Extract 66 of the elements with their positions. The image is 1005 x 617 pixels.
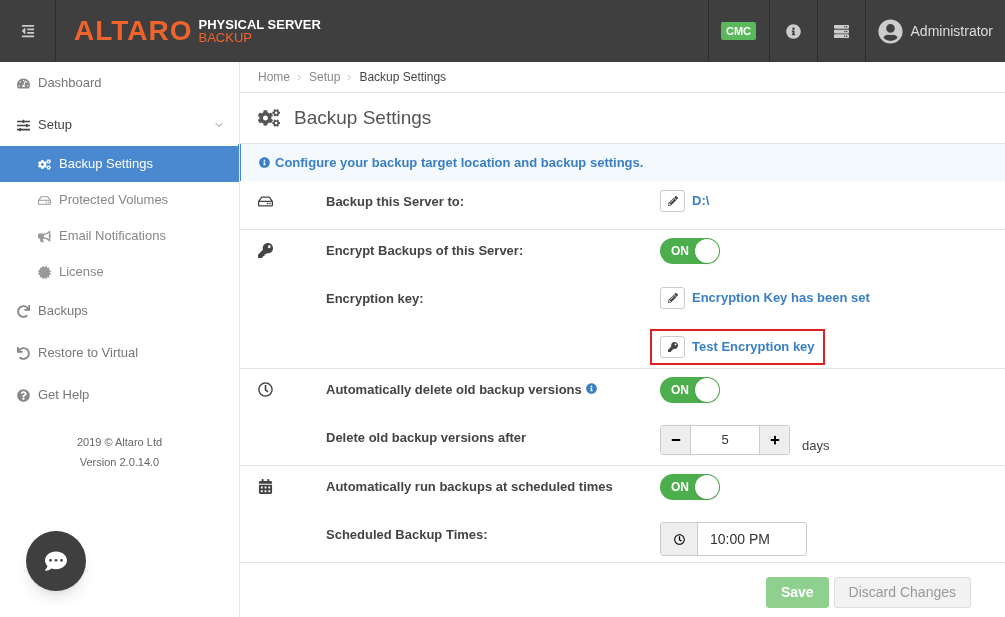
sidebar-subitem[interactable]: Backup Settings: [0, 146, 239, 182]
calendar-icon: [258, 479, 273, 494]
footer-text: 2019 © Altaro Ltd: [76, 435, 163, 450]
pencil-icon: [667, 196, 678, 206]
separator-icon: [295, 72, 304, 82]
chat-button[interactable]: [26, 531, 86, 591]
time-field[interactable]: 10:00 PM: [660, 522, 807, 556]
help-icon: [17, 388, 30, 402]
setting-label: Backup this Server to:: [326, 193, 464, 211]
clock-icon: [673, 533, 685, 545]
plus-button[interactable]: [759, 426, 789, 454]
info-icon[interactable]: [585, 383, 597, 394]
toggle-switch[interactable]: ON: [660, 474, 720, 500]
sidebar-subitem[interactable]: Email Notifications: [0, 218, 239, 254]
setting-label: Automatically run backups at scheduled times: [326, 478, 613, 496]
megaphone-icon: [38, 229, 51, 243]
breadcrumb-link[interactable]: Backup Settings: [359, 68, 447, 86]
sidebar-item[interactable]: Get Help: [0, 374, 239, 416]
user-menu[interactable]: Administrator: [864, 0, 1005, 62]
chat-icon: [45, 550, 67, 572]
sidebar-item[interactable]: Setup: [0, 104, 239, 146]
key-icon: [258, 243, 273, 258]
sidebar-item[interactable]: Restore to Virtual: [0, 332, 239, 374]
server-icon[interactable]: [833, 23, 849, 39]
redo-icon: [17, 304, 30, 318]
gears-icon: [38, 157, 51, 171]
clock-icon: [258, 382, 273, 397]
info-icon: [259, 157, 270, 168]
gauge-icon: [17, 76, 30, 90]
breadcrumb-link[interactable]: Home: [258, 68, 290, 86]
value-link[interactable]: Test Encryption key: [692, 337, 815, 357]
gears-icon: [258, 107, 280, 129]
edit-button[interactable]: [660, 190, 685, 212]
menu-icon[interactable]: [20, 24, 35, 38]
badge-icon: [38, 265, 51, 279]
setting-label: Scheduled Backup Times:: [326, 526, 488, 544]
page-title: Backup Settings: [294, 105, 432, 130]
sidebar-item[interactable]: Backups: [0, 290, 239, 332]
setting-label: Automatically delete old backup versions: [326, 381, 582, 399]
toggle-switch[interactable]: ON: [660, 238, 720, 264]
info-icon[interactable]: [785, 23, 801, 39]
sliders-icon: [17, 118, 30, 132]
toggle-switch[interactable]: ON: [660, 377, 720, 403]
value-link[interactable]: D:\: [692, 191, 710, 211]
edit-button[interactable]: [660, 287, 685, 309]
plus-icon: [769, 435, 780, 445]
footer-text: Version 2.0.14.0: [79, 454, 160, 470]
cmc-badge[interactable]: CMC: [721, 21, 757, 41]
value-link[interactable]: Encryption Key has been set: [692, 288, 870, 308]
setting-label: Encrypt Backups of this Server:: [326, 242, 524, 260]
sidebar-item[interactable]: Dashboard: [0, 62, 239, 104]
drive-icon: [38, 193, 51, 207]
setting-label: Delete old backup versions after: [326, 429, 527, 447]
setting-label: Encryption key:: [326, 290, 424, 308]
sidebar-subitem[interactable]: License: [0, 254, 239, 290]
breadcrumb-link[interactable]: Setup: [309, 68, 341, 86]
drive-icon: [258, 194, 273, 209]
key-icon: [667, 342, 678, 352]
info-message: Configure your backup target location and backup settings.: [275, 153, 644, 172]
undo-icon: [17, 346, 30, 360]
avatar-icon: [877, 18, 903, 44]
sidebar-subitem[interactable]: Protected Volumes: [0, 182, 239, 218]
unit-label: days: [802, 436, 830, 455]
pencil-icon: [667, 293, 678, 303]
key-button[interactable]: [660, 336, 685, 358]
number-field[interactable]: 5: [691, 426, 759, 454]
